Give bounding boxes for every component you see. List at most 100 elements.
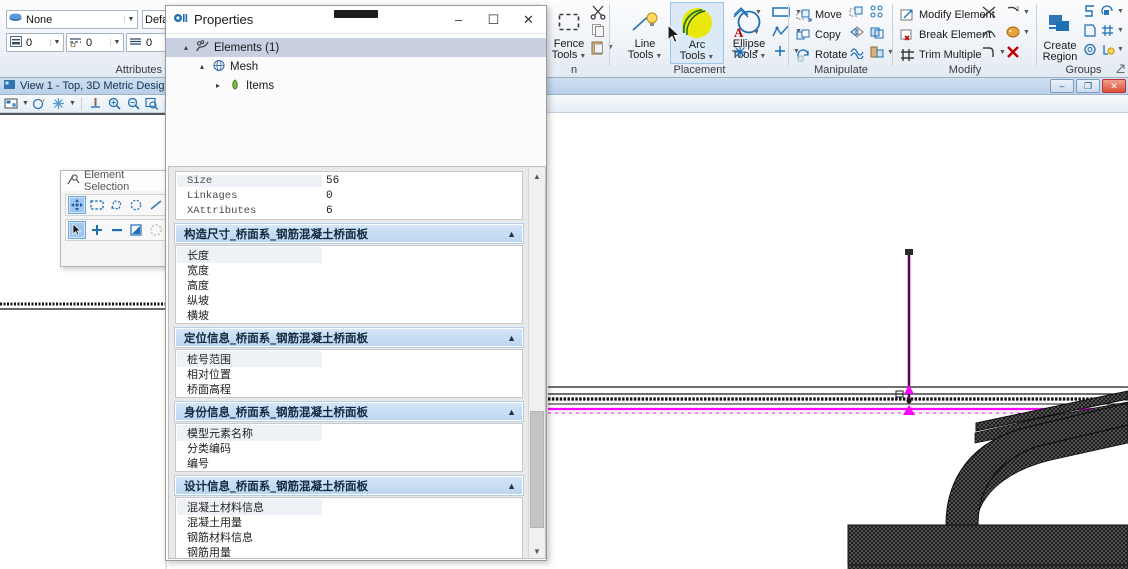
add-to-graphic-group-button[interactable] bbox=[1083, 24, 1097, 40]
pattern-area-button[interactable]: ▼ bbox=[732, 45, 760, 59]
property-row[interactable]: 编号 bbox=[177, 455, 521, 470]
style-combo[interactable]: 0 ▼ bbox=[66, 33, 124, 52]
copy-clipboard-button[interactable] bbox=[590, 22, 607, 41]
tree-node-elements[interactable]: ▴ Elements (1) bbox=[166, 38, 546, 57]
lock-group-button[interactable]: ▼ bbox=[1101, 43, 1124, 56]
property-section-header[interactable]: 身份信息_桥面系_钢筋混凝土桥面板 ▲ bbox=[174, 401, 524, 422]
weight-combo[interactable]: 0 ▼ bbox=[6, 33, 64, 52]
selection-mode-invert-button[interactable] bbox=[127, 221, 145, 239]
selection-mode-add-button[interactable] bbox=[88, 221, 106, 239]
transparency-combo[interactable]: 0 bbox=[126, 33, 170, 52]
property-row[interactable]: 钢筋用量 bbox=[177, 544, 521, 559]
zoom-in-icon[interactable] bbox=[106, 96, 123, 112]
select-block-button[interactable] bbox=[88, 196, 106, 214]
extend-line-button[interactable] bbox=[981, 5, 997, 22]
selection-mode-clear-button[interactable] bbox=[147, 221, 165, 239]
view-attributes-icon[interactable] bbox=[3, 96, 20, 112]
delete-element-button[interactable] bbox=[1005, 45, 1021, 62]
mirror-button[interactable] bbox=[849, 25, 865, 42]
property-row[interactable]: 钢筋材料信息 bbox=[177, 529, 521, 544]
property-row[interactable]: 混凝土材料信息 bbox=[177, 498, 521, 515]
select-shape-button[interactable] bbox=[108, 196, 126, 214]
property-list[interactable]: Size 56 Linkages 0 XAttributes 6 构造尺寸_桥面… bbox=[168, 166, 546, 559]
property-row[interactable]: 模型元素名称 bbox=[177, 424, 521, 441]
property-row[interactable]: 相对位置 bbox=[177, 366, 521, 381]
property-row[interactable]: Linkages 0 bbox=[177, 188, 521, 203]
view-close-button[interactable]: ✕ bbox=[1102, 79, 1126, 93]
scroll-up-arrow[interactable]: ▲ bbox=[529, 168, 545, 184]
level-combo[interactable]: None ▼ bbox=[6, 10, 138, 29]
cut-button[interactable] bbox=[590, 4, 607, 23]
property-row[interactable]: 长度 bbox=[177, 246, 521, 263]
property-row[interactable]: 宽度 bbox=[177, 262, 521, 277]
chevron-up-icon[interactable]: ▲ bbox=[507, 229, 516, 239]
rotate-group-button[interactable]: ▼ bbox=[1101, 5, 1124, 18]
view-minimize-button[interactable]: – bbox=[1050, 79, 1074, 93]
chevron-up-icon[interactable]: ▲ bbox=[507, 481, 516, 491]
zoom-out-icon[interactable] bbox=[125, 96, 142, 112]
construct-fillet-button[interactable]: ▼ bbox=[981, 45, 1006, 59]
element-selection-titlebar[interactable]: Element Selection bbox=[61, 169, 172, 193]
align-button[interactable]: ▼ bbox=[869, 45, 894, 59]
scrollbar-thumb[interactable] bbox=[530, 411, 544, 528]
insert-vertex-button[interactable] bbox=[981, 25, 997, 42]
property-section-header[interactable]: 设计信息_桥面系_钢筋混凝土桥面板 ▲ bbox=[174, 475, 524, 496]
properties-minimize-button[interactable]: – bbox=[441, 6, 476, 33]
property-row[interactable]: 桩号范围 bbox=[177, 350, 521, 367]
place-text-button[interactable]: A ▼ bbox=[732, 25, 760, 39]
groups-dialog-launcher[interactable] bbox=[1116, 64, 1125, 76]
construct-array-button[interactable] bbox=[849, 45, 865, 59]
copy-button[interactable]: Copy bbox=[793, 25, 844, 45]
window-area-icon[interactable] bbox=[144, 96, 161, 112]
named-group-button[interactable] bbox=[1083, 43, 1097, 59]
properties-close-button[interactable]: ✕ bbox=[511, 6, 546, 33]
tree-expander-elements[interactable]: ▴ bbox=[180, 43, 192, 52]
paste-button[interactable]: ▼ bbox=[590, 40, 614, 55]
line-tools-button[interactable]: Line Tools ▼ bbox=[618, 2, 672, 62]
selection-mode-subtract-button[interactable] bbox=[108, 221, 126, 239]
level-dropdown-arrow[interactable]: ▼ bbox=[124, 16, 137, 23]
selection-mode-new-button[interactable] bbox=[68, 221, 86, 239]
chevron-up-icon[interactable]: ▲ bbox=[507, 407, 516, 417]
create-region-button[interactable]: Create Region bbox=[1039, 4, 1081, 63]
property-row[interactable]: 混凝土用量 bbox=[177, 514, 521, 529]
view-attributes-caret[interactable]: ▼ bbox=[22, 100, 29, 107]
change-attributes-button[interactable]: ▼ bbox=[1005, 25, 1030, 39]
select-line-button[interactable] bbox=[147, 196, 165, 214]
view-restore-button[interactable]: ❐ bbox=[1076, 79, 1100, 93]
properties-maximize-button[interactable]: ☐ bbox=[476, 6, 511, 33]
view-brightness-caret[interactable]: ▼ bbox=[69, 100, 76, 107]
property-section-header[interactable]: 构造尺寸_桥面系_钢筋混凝土桥面板 ▲ bbox=[174, 223, 524, 244]
move-parallel-button[interactable] bbox=[849, 5, 865, 22]
break-element-button[interactable]: Break Element bbox=[897, 25, 994, 45]
scroll-down-arrow[interactable]: ▼ bbox=[529, 543, 545, 558]
element-tree[interactable]: ▴ Elements (1) ▴ Mesh ▸ Items bbox=[166, 34, 546, 165]
weight-dropdown-arrow[interactable]: ▼ bbox=[50, 39, 63, 46]
property-row[interactable]: XAttributes 6 bbox=[177, 203, 521, 218]
select-individual-button[interactable] bbox=[68, 196, 86, 214]
property-list-scrollbar[interactable]: ▲ ▼ bbox=[528, 168, 545, 558]
place-multiline-button[interactable]: ▼ bbox=[732, 6, 762, 18]
fence-tools-button[interactable]: Fence Tools ▼ bbox=[542, 2, 596, 62]
trim-multiple-button[interactable]: Trim Multiple bbox=[897, 45, 985, 65]
view-brightness-icon[interactable] bbox=[50, 96, 67, 112]
view-fit-icon[interactable] bbox=[87, 96, 104, 112]
scale-button[interactable] bbox=[869, 5, 885, 22]
chevron-up-icon[interactable]: ▲ bbox=[507, 333, 516, 343]
tree-expander-mesh[interactable]: ▴ bbox=[196, 62, 208, 71]
tree-node-items[interactable]: ▸ Items bbox=[166, 76, 546, 95]
move-button[interactable]: Move bbox=[793, 5, 845, 25]
properties-dialog[interactable]: Properties – ☐ ✕ ▴ Elements (1) ▴ Mesh ▸… bbox=[165, 5, 547, 561]
tree-expander-items[interactable]: ▸ bbox=[212, 81, 224, 90]
partial-delete-button[interactable]: 2 ▼ bbox=[1005, 5, 1030, 19]
stretch-button[interactable] bbox=[869, 25, 885, 42]
select-circle-button[interactable] bbox=[127, 196, 145, 214]
property-row[interactable]: 纵坡 bbox=[177, 292, 521, 307]
property-row[interactable]: 分类编码 bbox=[177, 440, 521, 455]
group-hole-button[interactable] bbox=[1083, 5, 1097, 21]
rotate-button[interactable]: Rotate bbox=[793, 45, 850, 65]
property-row[interactable]: Size 56 bbox=[177, 173, 521, 188]
property-row[interactable]: 高度 bbox=[177, 277, 521, 292]
dialog-drag-grip[interactable] bbox=[334, 10, 378, 18]
grid-button[interactable]: ▼ bbox=[1101, 24, 1124, 37]
